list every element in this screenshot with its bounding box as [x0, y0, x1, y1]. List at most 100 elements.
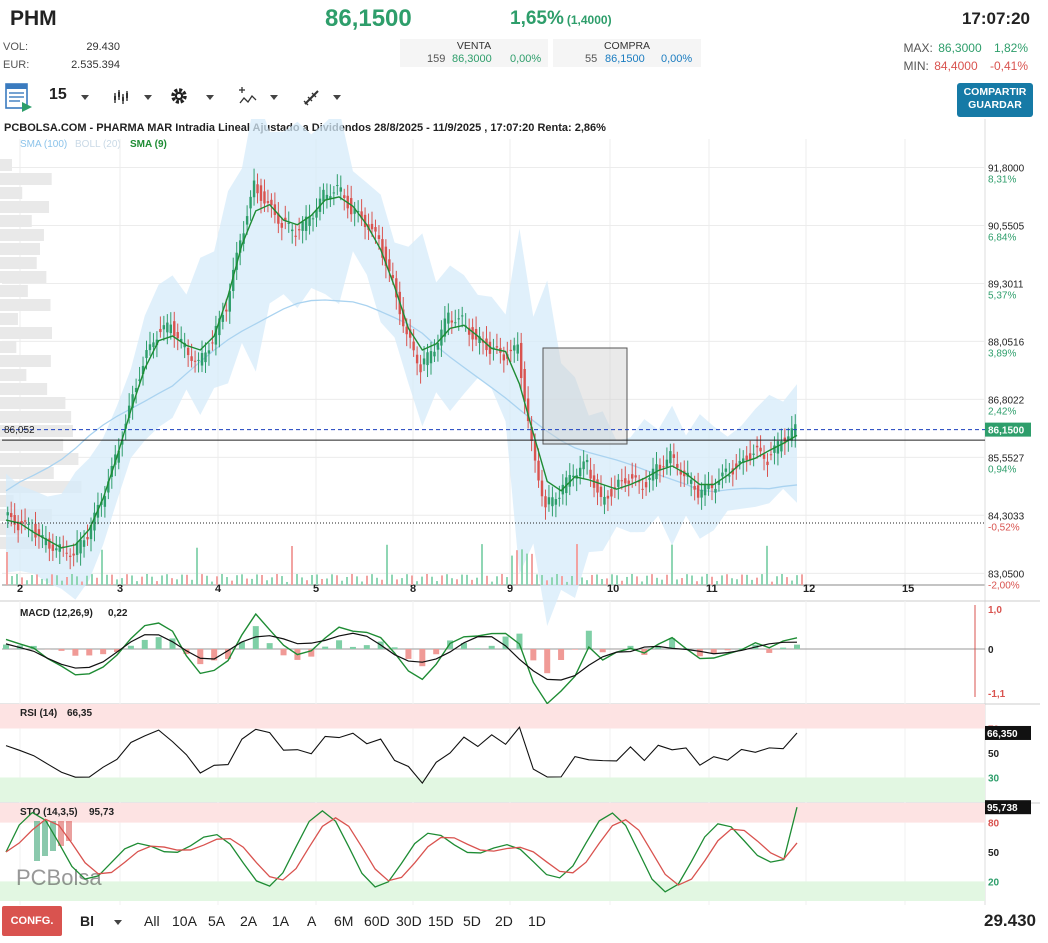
volume-bar: [756, 577, 758, 585]
draw-tool-icon[interactable]: [302, 87, 322, 112]
period-a[interactable]: A: [307, 913, 316, 929]
y-tick-label: 85,5527: [988, 453, 1025, 464]
macd-histogram-bar: [3, 644, 9, 649]
chevron-down-icon[interactable]: [206, 95, 214, 100]
candle-body: [672, 454, 676, 458]
period-1d[interactable]: 1D: [528, 913, 546, 929]
candle-body: [51, 544, 55, 551]
period-2a[interactable]: 2A: [240, 913, 257, 929]
candle-body: [339, 187, 342, 192]
volume-bar: [161, 575, 163, 585]
candle-body: [714, 488, 717, 493]
period-60d[interactable]: 60D: [364, 913, 390, 929]
volume-bar: [766, 545, 768, 585]
indicators-icon[interactable]: [238, 87, 258, 112]
config-button[interactable]: CONFG.: [2, 906, 62, 936]
price-chart[interactable]: PCBOLSA.COM - PHARMA MAR Intradia Lineal…: [0, 119, 1048, 905]
macd-histogram-bar: [155, 637, 162, 649]
volume-bar: [661, 579, 663, 585]
x-tick-label: 12: [803, 583, 815, 595]
volume-profile-bar: [0, 173, 52, 185]
candle-body: [696, 485, 700, 498]
period-15d[interactable]: 15D: [428, 913, 454, 929]
candle-body: [721, 472, 724, 477]
max-label: MAX:: [903, 41, 933, 55]
volume-bar: [406, 574, 408, 585]
volume-profile-bar: [0, 159, 12, 171]
volume-bar: [266, 580, 268, 585]
y-tick-label: 88,0516: [988, 337, 1025, 348]
volume-bar: [496, 576, 498, 585]
volume-bar: [331, 574, 333, 585]
buy-box: COMPRA 55 86,1500 0,00%: [553, 39, 701, 67]
period-5d[interactable]: 5D: [463, 913, 481, 929]
volume-bar: [681, 578, 683, 585]
footer-volume: 29.430: [984, 911, 1036, 930]
y-tick-label: 91,8000: [988, 164, 1025, 175]
volume-bar: [421, 576, 423, 585]
volume-bar: [106, 574, 108, 585]
volume-bar: [66, 577, 68, 585]
period-all[interactable]: All: [144, 913, 160, 929]
candle-body: [627, 480, 630, 484]
volume-bar: [51, 574, 53, 585]
chevron-down-icon[interactable]: [114, 920, 122, 925]
buy-pct: 0,00%: [661, 53, 693, 65]
volume-bar: [211, 581, 213, 585]
eur-value: 2.535.394: [71, 59, 120, 71]
vol-value: 29.430: [86, 41, 120, 53]
y-tick-pct: 6,84%: [988, 233, 1016, 244]
sto-last-label: 95,738: [987, 803, 1018, 814]
volume-bar: [651, 574, 653, 585]
volume-profile-bar: [0, 383, 48, 395]
volume-bar: [306, 580, 308, 585]
volume-bar: [201, 574, 203, 585]
candle-body: [10, 513, 13, 518]
period-1a[interactable]: 1A: [272, 913, 289, 929]
candles-icon[interactable]: [112, 88, 130, 111]
macd-histogram-bar: [336, 640, 343, 649]
chevron-down-icon[interactable]: [144, 95, 152, 100]
period-2d[interactable]: 2D: [495, 913, 513, 929]
y-tick-pct: 5,37%: [988, 290, 1016, 301]
period-10a[interactable]: 10A: [172, 913, 197, 929]
candle-body: [82, 540, 86, 547]
candle-body: [343, 195, 346, 198]
volume-bar: [686, 574, 688, 585]
volume-bar: [801, 574, 803, 585]
y-tick-label: 83,0500: [988, 569, 1025, 580]
last-price-badge-label: 86,1500: [988, 426, 1025, 437]
candle-body: [301, 221, 304, 231]
macd-histogram-bar: [516, 633, 523, 649]
volume-bar: [521, 549, 523, 585]
chart-toolbar: 15: [0, 80, 1048, 116]
period-30d[interactable]: 30D: [396, 913, 422, 929]
candle-body: [769, 454, 773, 456]
candle-body: [669, 451, 672, 464]
chevron-down-icon[interactable]: [333, 95, 341, 100]
macd-y-tick: -1,1: [988, 689, 1006, 700]
buy-qty: 55: [585, 53, 598, 65]
candle-body: [270, 199, 273, 206]
chevron-down-icon[interactable]: [81, 95, 89, 100]
macd-histogram-bar: [405, 649, 412, 659]
data-sheet-icon[interactable]: [4, 82, 34, 112]
candle-body: [447, 312, 450, 324]
period-5a[interactable]: 5A: [208, 913, 225, 929]
x-tick-label: 15: [902, 583, 914, 595]
volume-bar: [541, 575, 543, 585]
candle-body: [703, 484, 707, 496]
candle-body: [700, 489, 703, 498]
macd-histogram-bar: [127, 645, 134, 649]
volume-bar: [246, 578, 248, 585]
interval-select[interactable]: 15: [49, 86, 67, 104]
candle-body: [606, 495, 610, 499]
share-save-button[interactable]: COMPARTIR GUARDAR: [957, 83, 1033, 117]
candle-body: [415, 354, 419, 364]
chevron-down-icon[interactable]: [270, 95, 278, 100]
gear-icon[interactable]: [169, 86, 189, 111]
scale-select[interactable]: Bl: [80, 913, 94, 929]
period-6m[interactable]: 6M: [334, 913, 353, 929]
save-label: GUARDAR: [968, 99, 1022, 111]
candle-body: [65, 552, 68, 554]
